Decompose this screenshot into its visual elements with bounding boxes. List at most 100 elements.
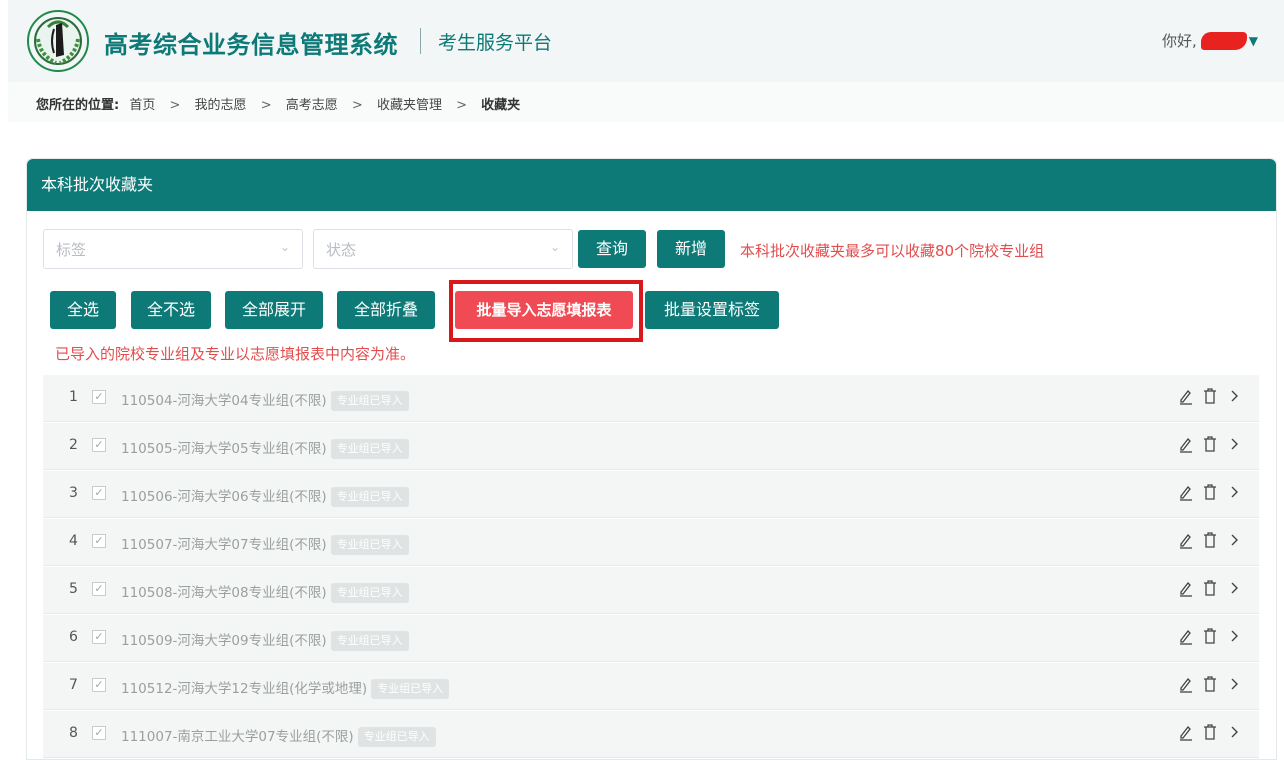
select-all-button[interactable]: 全选 [50, 291, 116, 329]
row-number: 2 [69, 437, 78, 453]
expand-all-button[interactable]: 全部展开 [225, 291, 323, 329]
list-item[interactable]: 8 ✓ 111007-南京工业大学07专业组(不限) 专业组已导入 [43, 711, 1259, 758]
breadcrumb-gaokao-choices[interactable]: 高考志愿 [286, 98, 338, 113]
row-actions [1179, 579, 1241, 597]
tag-select[interactable]: 标签 ⌄ [43, 229, 303, 269]
list-item[interactable]: 5 ✓ 110508-河海大学08专业组(不限) 专业组已导入 [43, 567, 1259, 614]
imported-badge: 专业组已导入 [330, 631, 409, 651]
row-number: 8 [69, 725, 78, 741]
row-name: 110504-河海大学04专业组(不限) 专业组已导入 [121, 389, 409, 411]
row-actions [1179, 435, 1241, 453]
edit-icon[interactable] [1179, 387, 1193, 405]
delete-icon[interactable] [1203, 579, 1217, 597]
row-number: 6 [69, 629, 78, 645]
row-checkbox[interactable]: ✓ [92, 582, 106, 596]
row-name-text: 110506-河海大学06专业组(不限) [121, 489, 327, 505]
import-note: 已导入的院校专业组及专业以志愿填报表中内容为准。 [55, 345, 416, 363]
edit-icon[interactable] [1179, 627, 1193, 645]
query-button[interactable]: 查询 [578, 230, 646, 268]
imported-badge: 专业组已导入 [330, 439, 409, 459]
row-actions [1179, 627, 1241, 645]
row-checkbox[interactable]: ✓ [92, 678, 106, 692]
row-checkbox[interactable]: ✓ [92, 726, 106, 740]
edit-icon[interactable] [1179, 675, 1193, 693]
redacted-username [1200, 31, 1247, 50]
delete-icon[interactable] [1203, 627, 1217, 645]
edit-icon[interactable] [1179, 723, 1193, 741]
row-actions [1179, 387, 1241, 405]
breadcrumb-home[interactable]: 首页 [129, 98, 155, 113]
chevron-right-icon[interactable] [1227, 483, 1241, 501]
row-name-text: 110509-河海大学09专业组(不限) [121, 633, 327, 649]
row-actions [1179, 723, 1241, 741]
list-item[interactable]: 7 ✓ 110512-河海大学12专业组(化学或地理) 专业组已导入 [43, 663, 1259, 710]
row-name: 110507-河海大学07专业组(不限) 专业组已导入 [121, 533, 409, 555]
greeting-text: 你好, [1161, 32, 1197, 50]
chevron-right-icon[interactable] [1227, 435, 1241, 453]
row-name: 110512-河海大学12专业组(化学或地理) 专业组已导入 [121, 677, 450, 699]
platform-subtitle: 考生服务平台 [438, 32, 553, 54]
breadcrumb-separator: > [169, 98, 181, 113]
list-item[interactable]: 4 ✓ 110507-河海大学07专业组(不限) 专业组已导入 [43, 519, 1259, 566]
row-checkbox[interactable]: ✓ [92, 390, 106, 404]
breadcrumb-favorites-manage[interactable]: 收藏夹管理 [377, 98, 442, 113]
row-name: 110509-河海大学09专业组(不限) 专业组已导入 [121, 629, 409, 651]
row-name-text: 110507-河海大学07专业组(不限) [121, 537, 327, 553]
row-name-text: 110504-河海大学04专业组(不限) [121, 393, 327, 409]
chevron-right-icon[interactable] [1227, 579, 1241, 597]
add-button[interactable]: 新增 [657, 230, 725, 268]
list-item[interactable]: 2 ✓ 110505-河海大学05专业组(不限) 专业组已导入 [43, 423, 1259, 470]
system-title: 高考综合业务信息管理系统 [104, 31, 398, 59]
breadcrumb-separator: > [260, 98, 272, 113]
row-number: 1 [69, 389, 78, 405]
chevron-right-icon[interactable] [1227, 627, 1241, 645]
row-number: 4 [69, 533, 78, 549]
chevron-right-icon[interactable] [1227, 387, 1241, 405]
select-none-button[interactable]: 全不选 [131, 291, 211, 329]
batch-set-tag-button[interactable]: 批量设置标签 [645, 291, 779, 329]
edit-icon[interactable] [1179, 435, 1193, 453]
collapse-all-button[interactable]: 全部折叠 [337, 291, 435, 329]
top-header: 高考综合业务信息管理系统 考生服务平台 你好, ▼ [8, 0, 1284, 82]
row-name: 111007-南京工业大学07专业组(不限) 专业组已导入 [121, 725, 436, 747]
delete-icon[interactable] [1203, 435, 1217, 453]
school-emblem-logo [27, 10, 89, 72]
delete-icon[interactable] [1203, 723, 1217, 741]
row-actions [1179, 675, 1241, 693]
imported-badge: 专业组已导入 [371, 679, 450, 699]
list-item[interactable]: 1 ✓ 110504-河海大学04专业组(不限) 专业组已导入 [43, 375, 1259, 422]
caret-down-icon[interactable]: ▼ [1249, 34, 1258, 48]
row-number: 7 [69, 677, 78, 693]
row-actions [1179, 483, 1241, 501]
imported-badge: 专业组已导入 [330, 535, 409, 555]
imported-badge: 专业组已导入 [330, 391, 409, 411]
delete-icon[interactable] [1203, 483, 1217, 501]
breadcrumb-lead: 您所在的位置: [36, 98, 120, 113]
user-menu[interactable]: 你好, ▼ [1162, 30, 1258, 51]
row-checkbox[interactable]: ✓ [92, 630, 106, 644]
edit-icon[interactable] [1179, 483, 1193, 501]
row-checkbox[interactable]: ✓ [92, 438, 106, 452]
row-name-text: 110512-河海大学12专业组(化学或地理) [121, 681, 368, 697]
panel-title: 本科批次收藏夹 [27, 159, 1276, 211]
row-name-text: 110508-河海大学08专业组(不限) [121, 585, 327, 601]
row-checkbox[interactable]: ✓ [92, 486, 106, 500]
chevron-right-icon[interactable] [1227, 723, 1241, 741]
delete-icon[interactable] [1203, 531, 1217, 549]
breadcrumb-separator: > [351, 98, 363, 113]
edit-icon[interactable] [1179, 579, 1193, 597]
chevron-right-icon[interactable] [1227, 531, 1241, 549]
edit-icon[interactable] [1179, 531, 1193, 549]
delete-icon[interactable] [1203, 675, 1217, 693]
list-item[interactable]: 6 ✓ 110509-河海大学09专业组(不限) 专业组已导入 [43, 615, 1259, 662]
row-checkbox[interactable]: ✓ [92, 534, 106, 548]
title-divider [420, 28, 421, 54]
chevron-right-icon[interactable] [1227, 675, 1241, 693]
batch-import-button[interactable]: 批量导入志愿填报表 [455, 291, 633, 329]
breadcrumb-my-choices[interactable]: 我的志愿 [195, 98, 247, 113]
delete-icon[interactable] [1203, 387, 1217, 405]
row-name-text: 110505-河海大学05专业组(不限) [121, 441, 327, 457]
breadcrumb: 您所在的位置: 首页 > 我的志愿 > 高考志愿 > 收藏夹管理 > 收藏夹 [8, 82, 1284, 122]
list-item[interactable]: 3 ✓ 110506-河海大学06专业组(不限) 专业组已导入 [43, 471, 1259, 518]
status-select[interactable]: 状态 ⌄ [313, 229, 573, 269]
